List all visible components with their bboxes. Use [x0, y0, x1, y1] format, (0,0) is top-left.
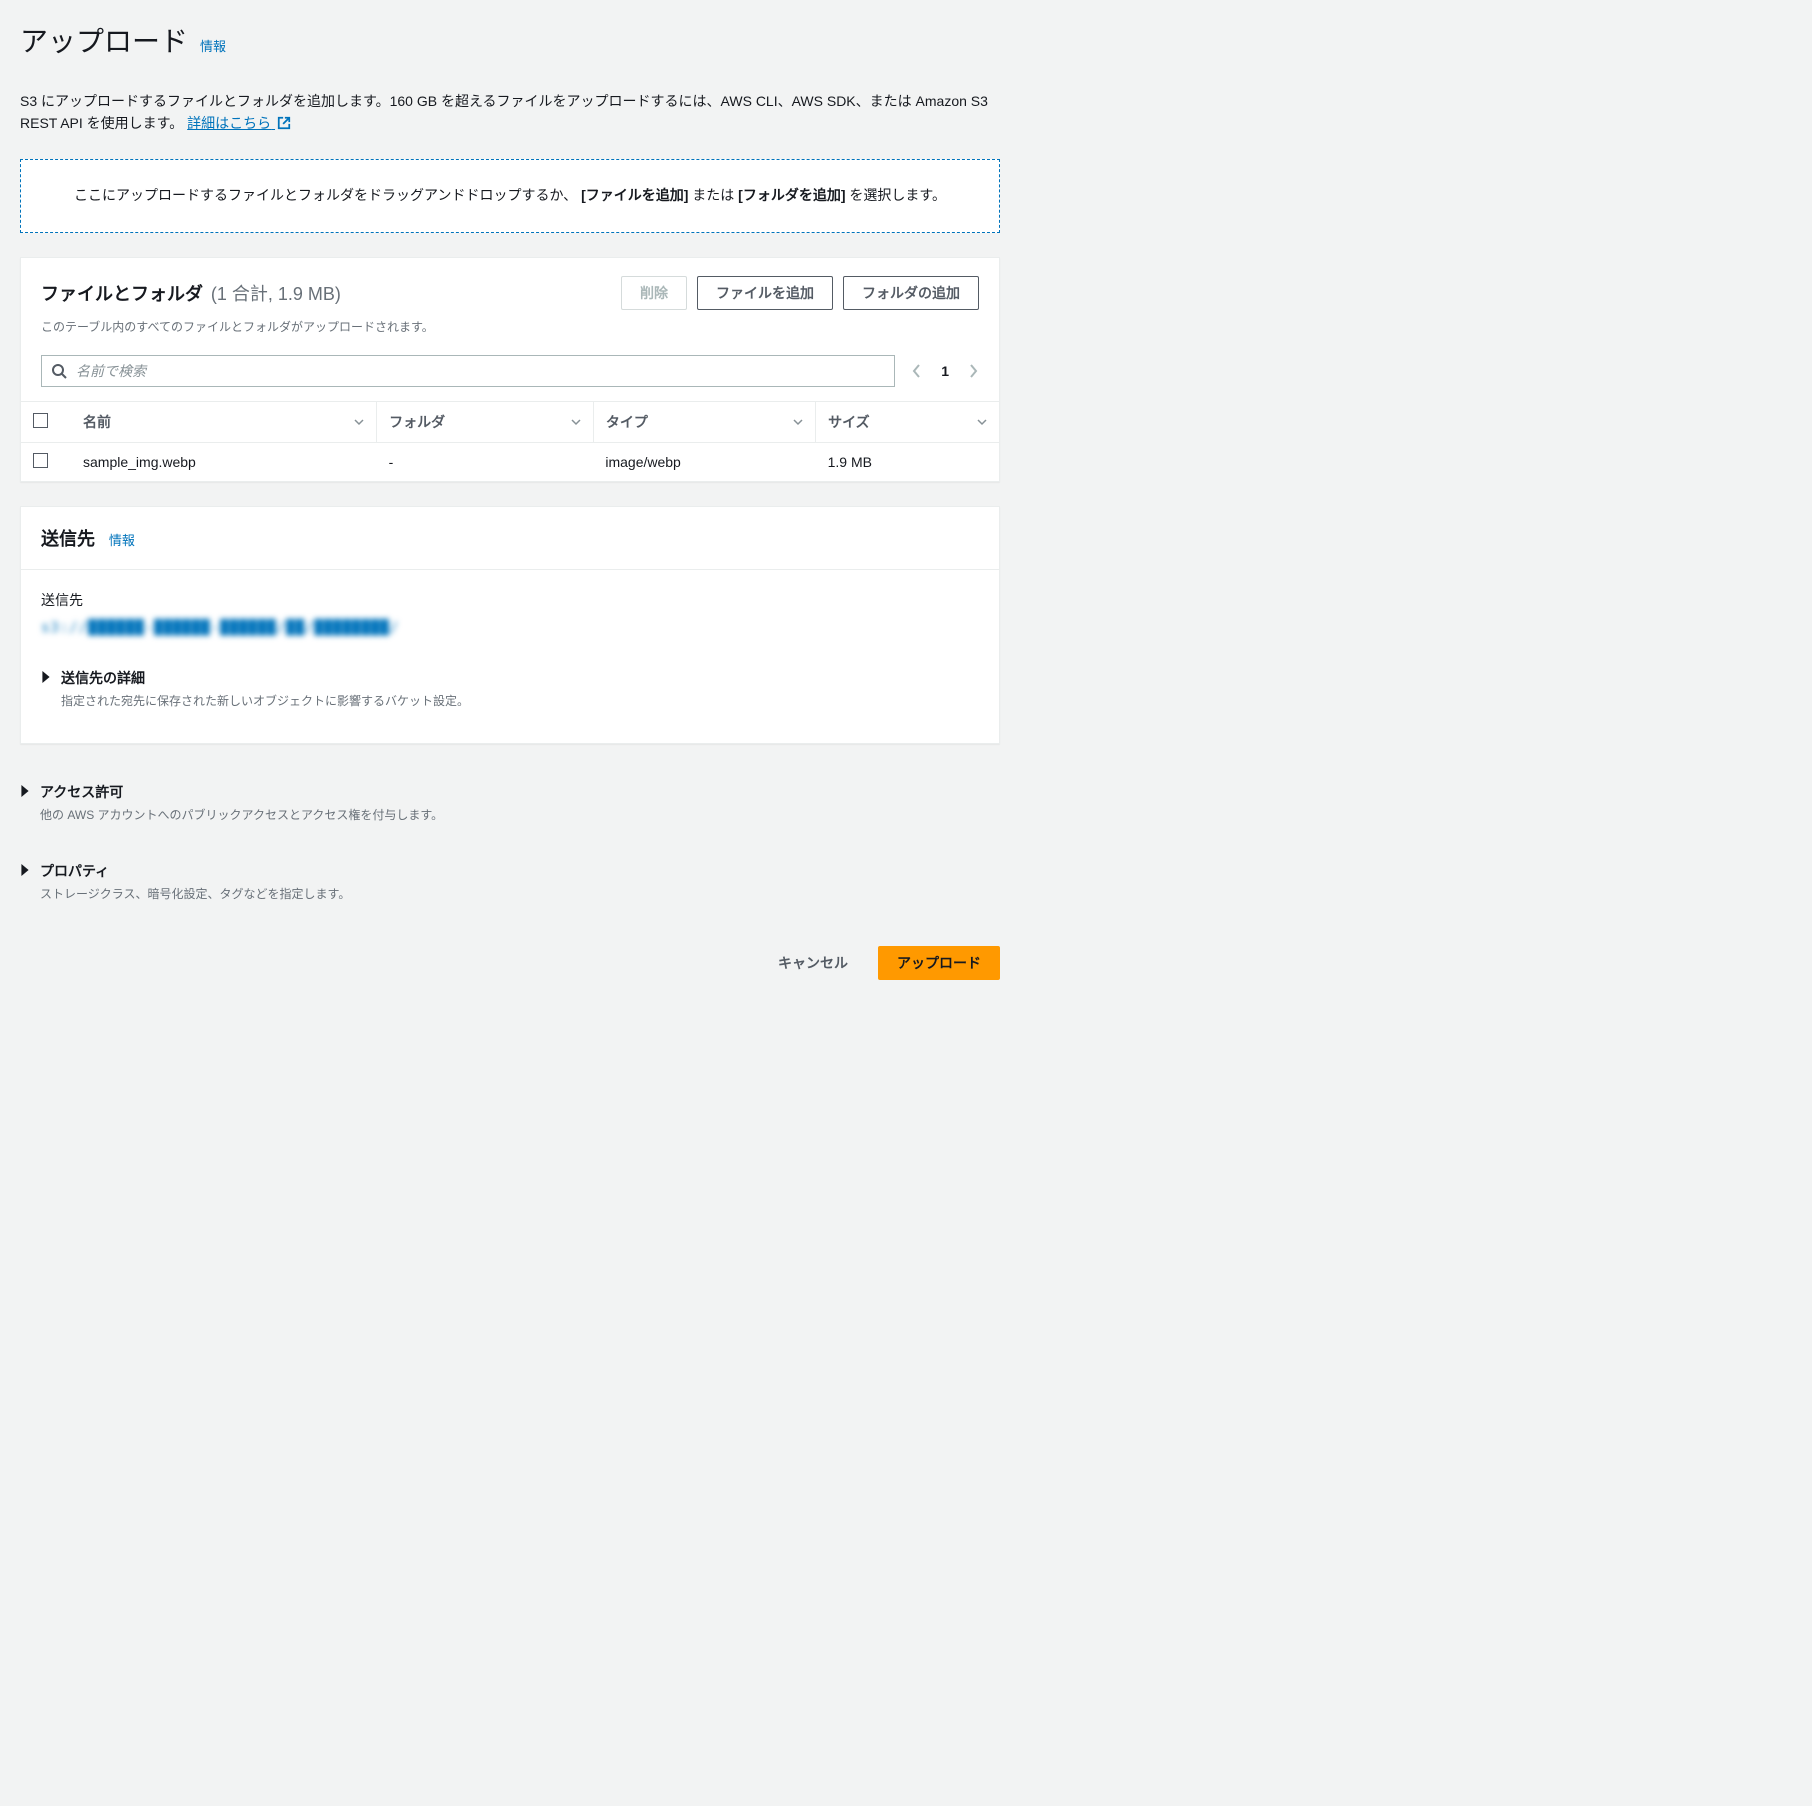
table-row: sample_img.webp - image/webp 1.9 MB: [21, 442, 999, 481]
sort-icon[interactable]: [977, 418, 987, 426]
files-table: 名前 フォルダ: [21, 401, 999, 481]
destination-details-desc: 指定された宛先に保存された新しいオブジェクトに影響するバケット設定。: [61, 692, 469, 709]
col-size[interactable]: サイズ: [828, 412, 870, 432]
sort-icon[interactable]: [571, 418, 581, 426]
sort-icon[interactable]: [793, 418, 803, 426]
caret-right-icon: [41, 671, 51, 683]
sort-icon[interactable]: [354, 418, 364, 426]
pager-page-number: 1: [941, 363, 949, 379]
learn-more-link[interactable]: 詳細はこちら: [187, 115, 291, 131]
files-folders-panel: ファイルとフォルダ (1 合計, 1.9 MB) 削除 ファイルを追加 フォルダ…: [20, 257, 1000, 482]
col-type[interactable]: タイプ: [606, 412, 648, 432]
search-input[interactable]: [41, 355, 895, 387]
info-link-destination[interactable]: 情報: [109, 533, 135, 548]
search-icon: [51, 363, 67, 379]
permissions-toggle[interactable]: アクセス許可 他の AWS アカウントへのパブリックアクセスとアクセス権を付与し…: [20, 768, 1000, 837]
destination-title: 送信先: [41, 529, 95, 549]
files-panel-title: ファイルとフォルダ: [41, 284, 203, 304]
cell-name: sample_img.webp: [71, 442, 377, 481]
destination-details-title: 送信先の詳細: [61, 668, 469, 688]
files-panel-desc: このテーブル内のすべてのファイルとフォルダがアップロードされます。: [41, 318, 979, 335]
dropzone-text-middle: または: [692, 187, 738, 203]
upload-button[interactable]: アップロード: [878, 946, 1000, 980]
pager: 1: [911, 363, 979, 379]
files-panel-count: (1 合計, 1.9 MB): [211, 284, 341, 304]
page-title: アップロード: [20, 20, 188, 60]
intro-body: S3 にアップロードするファイルとフォルダを追加します。160 GB を超えるフ…: [20, 93, 988, 131]
col-name[interactable]: 名前: [83, 412, 111, 432]
add-folder-button[interactable]: フォルダの追加: [843, 276, 979, 310]
select-all-checkbox[interactable]: [33, 413, 48, 428]
destination-value[interactable]: s3://██████-██████-██████/██/████████/: [41, 620, 979, 636]
add-file-button[interactable]: ファイルを追加: [697, 276, 833, 310]
intro-text: S3 にアップロードするファイルとフォルダを追加します。160 GB を超えるフ…: [20, 90, 1000, 135]
destination-panel: 送信先 情報 送信先 s3://██████-██████-██████/██/…: [20, 506, 1000, 744]
destination-details-toggle[interactable]: 送信先の詳細 指定された宛先に保存された新しいオブジェクトに影響するバケット設定…: [41, 654, 979, 723]
dropzone[interactable]: ここにアップロードするファイルとフォルダをドラッグアンドドロップするか、 [ファ…: [20, 159, 1000, 233]
info-link-header[interactable]: 情報: [200, 36, 226, 55]
pager-next-icon[interactable]: [967, 364, 979, 378]
delete-button[interactable]: 削除: [621, 276, 687, 310]
cell-type: image/webp: [593, 442, 815, 481]
properties-toggle[interactable]: プロパティ ストレージクラス、暗号化設定、タグなどを指定します。: [20, 847, 1000, 916]
properties-desc: ストレージクラス、暗号化設定、タグなどを指定します。: [40, 885, 350, 902]
permissions-title: アクセス許可: [40, 782, 443, 802]
dropzone-text-suffix: を選択します。: [849, 187, 946, 203]
dropzone-add-file-bold: [ファイルを追加]: [581, 187, 688, 203]
properties-title: プロパティ: [40, 861, 350, 881]
cell-folder: -: [377, 442, 594, 481]
destination-label: 送信先: [41, 590, 979, 610]
dropzone-text-prefix: ここにアップロードするファイルとフォルダをドラッグアンドドロップするか、: [74, 187, 577, 203]
cancel-button[interactable]: キャンセル: [760, 947, 866, 979]
external-link-icon: [277, 116, 291, 130]
pager-prev-icon[interactable]: [911, 364, 923, 378]
caret-right-icon: [20, 864, 30, 876]
permissions-desc: 他の AWS アカウントへのパブリックアクセスとアクセス権を付与します。: [40, 806, 443, 823]
dropzone-add-folder-bold: [フォルダを追加]: [738, 187, 845, 203]
row-checkbox[interactable]: [33, 453, 48, 468]
col-folder[interactable]: フォルダ: [389, 412, 445, 432]
cell-size: 1.9 MB: [816, 442, 999, 481]
caret-right-icon: [20, 785, 30, 797]
